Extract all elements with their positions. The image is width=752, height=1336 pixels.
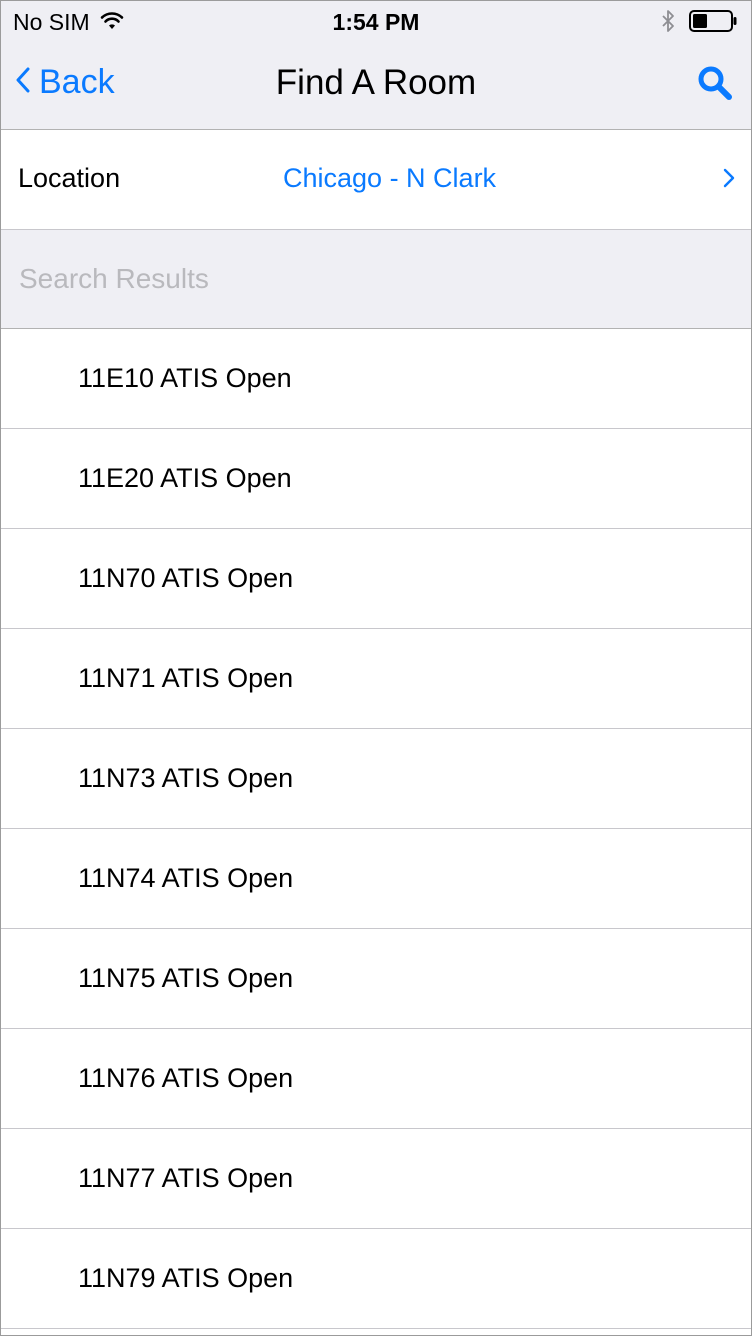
status-bar: No SIM 1:54 PM xyxy=(1,1,751,41)
search-icon xyxy=(697,66,733,105)
list-item-label: 11E10 ATIS Open xyxy=(78,363,292,393)
list-item-label: 11N70 ATIS Open xyxy=(78,563,294,593)
screen: No SIM 1:54 PM Back Find A Room Location… xyxy=(0,0,752,1336)
list-item-label: 11N76 ATIS Open xyxy=(78,1063,294,1093)
navigation-bar: Back Find A Room xyxy=(1,41,751,130)
status-right xyxy=(661,9,737,38)
page-title: Find A Room xyxy=(275,63,477,102)
list-item-label: 11N77 ATIS Open xyxy=(78,1163,294,1193)
location-value[interactable]: Chicago - N Clark xyxy=(283,163,496,194)
list-item[interactable]: 11N77 ATIS Open xyxy=(1,1129,751,1229)
chevron-right-icon xyxy=(723,168,735,193)
battery-icon xyxy=(689,10,737,37)
list-item[interactable]: 11N70 ATIS Open xyxy=(1,529,751,629)
list-item-label: 11N71 ATIS Open xyxy=(78,663,294,693)
list-item[interactable]: 11N73 ATIS Open xyxy=(1,729,751,829)
list-item[interactable]: 11N76 ATIS Open xyxy=(1,1029,751,1129)
list-item-label: 11N75 ATIS Open xyxy=(78,963,294,993)
list-item[interactable]: 11N74 ATIS Open xyxy=(1,829,751,929)
list-item-label: 11N74 ATIS Open xyxy=(78,863,294,893)
list-item[interactable]: 11N71 ATIS Open xyxy=(1,629,751,729)
list-item[interactable]: 11N79 ATIS Open xyxy=(1,1229,751,1329)
section-title: Search Results xyxy=(19,263,209,294)
location-label: Location xyxy=(18,163,121,193)
list-item-label: 11N79 ATIS Open xyxy=(78,1263,294,1293)
list-item[interactable]: 11E10 ATIS Open xyxy=(1,329,751,429)
results-list: 11E10 ATIS Open 11E20 ATIS Open 11N70 AT… xyxy=(1,329,751,1329)
search-button[interactable] xyxy=(697,65,733,106)
list-item[interactable]: 11N75 ATIS Open xyxy=(1,929,751,1029)
list-item-label: 11E20 ATIS Open xyxy=(78,463,292,493)
list-item-label: 11N73 ATIS Open xyxy=(78,763,294,793)
location-row[interactable]: Location Chicago - N Clark xyxy=(1,130,751,230)
bluetooth-icon xyxy=(661,9,675,38)
section-header: Search Results xyxy=(1,230,751,329)
list-item[interactable]: 11E20 ATIS Open xyxy=(1,429,751,529)
status-time: 1:54 PM xyxy=(332,9,420,35)
